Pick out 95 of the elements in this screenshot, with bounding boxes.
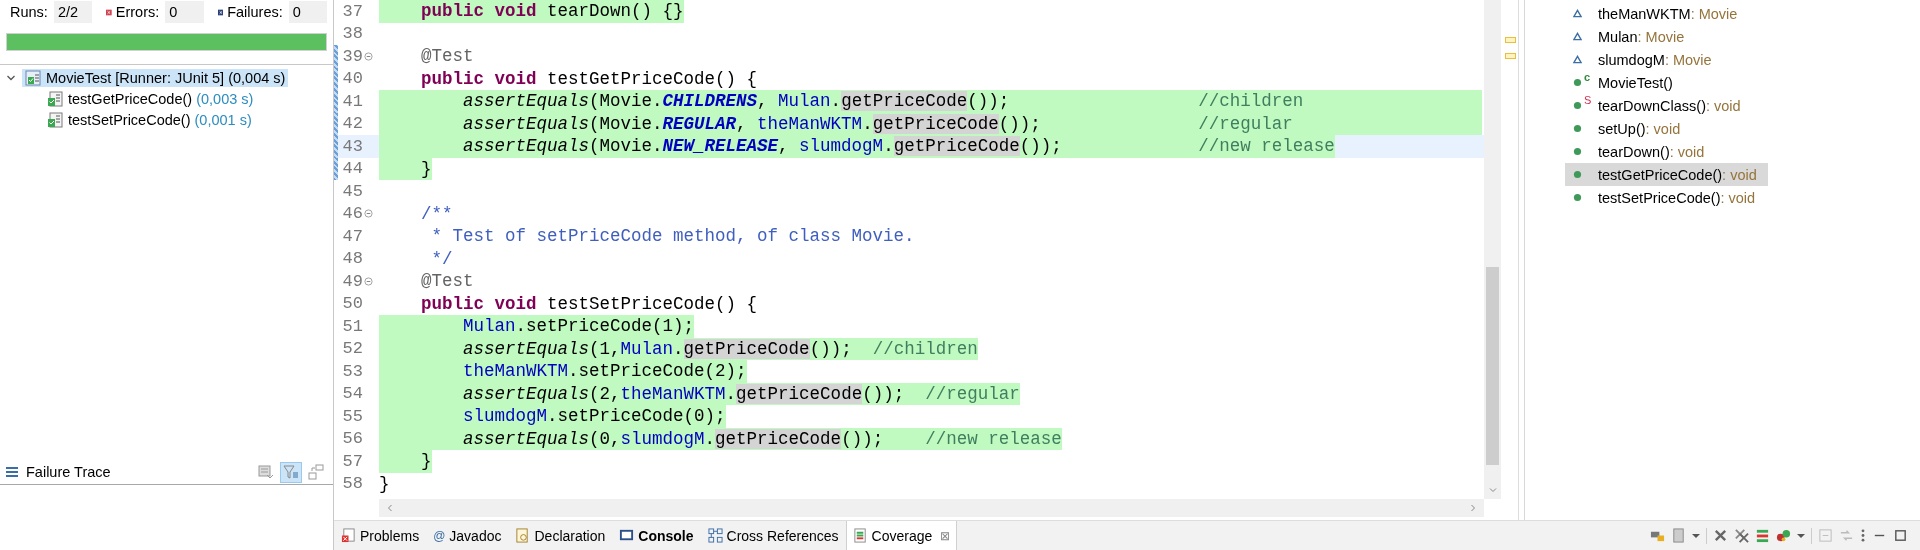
test-passed-icon [47, 90, 63, 107]
line-number: 55 [341, 406, 363, 426]
console-icon [619, 528, 635, 543]
outline-item[interactable]: slumdogM: Movie [1565, 48, 1768, 71]
more-icon[interactable] [1860, 528, 1866, 543]
view-tab[interactable]: Console [612, 521, 701, 550]
line-number: 40 [341, 69, 363, 89]
counter-value: 2/2 [53, 1, 93, 23]
tree-item[interactable]: testGetPriceCode() (0,003 s) [44, 89, 257, 108]
outline-item[interactable]: c MovieTest() [1565, 71, 1768, 94]
outline-item[interactable]: theManWKTM: Movie [1565, 2, 1768, 25]
bars-icon[interactable] [1755, 528, 1770, 543]
line-number: 53 [341, 361, 363, 381]
collapse-icon[interactable] [364, 51, 373, 61]
tree-item[interactable]: testSetPriceCode() (0,001 s) [44, 110, 255, 129]
hierarchy-icon [707, 528, 723, 543]
document-icon[interactable] [1671, 528, 1686, 543]
remove-icon[interactable] [1713, 528, 1728, 543]
remove-all-icon[interactable] [1734, 528, 1749, 543]
line-number: 43 [341, 136, 363, 156]
dot-icon [1573, 170, 1582, 179]
dot-icon [1573, 78, 1582, 87]
problems-icon [341, 528, 356, 543]
line-number: 56 [341, 429, 363, 449]
line-number: 42 [341, 114, 363, 134]
counter-label: Errors: [115, 4, 160, 20]
line-number: 54 [341, 384, 363, 404]
dot-icon [1573, 147, 1582, 156]
caret-icon[interactable] [1692, 531, 1700, 540]
line-number: 47 [341, 226, 363, 246]
failure-icon [217, 7, 224, 17]
code-line: /** [420, 202, 453, 225]
view-tab[interactable]: Problems [334, 521, 427, 550]
view-tab[interactable]: Cross References [700, 521, 846, 550]
triangle-icon [1573, 32, 1582, 41]
overview-marker[interactable] [1505, 37, 1516, 43]
line-number: 51 [341, 316, 363, 336]
declaration-icon [515, 528, 531, 543]
outline-item[interactable]: Mulan: Movie [1565, 25, 1768, 48]
list-icon [6, 467, 18, 477]
line-number: 52 [341, 339, 363, 359]
test-suite-icon [25, 69, 41, 86]
code-line: * Test of setPriceCode method, of class Movie. [430, 225, 915, 248]
vertical-scrollbar[interactable] [1484, 0, 1501, 499]
code-line: @Test [420, 45, 474, 68]
line-number: 50 [341, 294, 363, 314]
tree-item[interactable]: MovieTest [Runner: JUnit 5] (0,004 s) [22, 68, 289, 87]
code-line: public void testGetPriceCode() { [420, 67, 758, 90]
counter-label: Failures: [227, 4, 283, 20]
test-passed-icon [47, 111, 63, 128]
line-number: 48 [341, 249, 363, 269]
collapse-icon[interactable] [364, 276, 373, 286]
error-icon [106, 7, 112, 17]
outline-item[interactable]: testSetPriceCode(): void [1565, 186, 1768, 209]
outline-item[interactable]: tearDown(): void [1565, 140, 1768, 163]
dot-icon [1573, 101, 1582, 110]
triangle-icon [1573, 9, 1582, 18]
line-number: 45 [341, 181, 363, 201]
view-tab[interactable]: @ Javadoc [426, 521, 509, 550]
outline-item[interactable]: testGetPriceCode(): void [1565, 163, 1768, 186]
counter-label: Runs: [10, 4, 48, 20]
line-number: 49 [341, 271, 363, 291]
counter-value: 0 [165, 1, 204, 23]
at-icon: @ [433, 528, 446, 543]
code-line: */ [430, 247, 453, 270]
triangle-icon [1573, 55, 1582, 64]
modifier-label: S [1584, 94, 1592, 106]
scroll-thumb[interactable] [1486, 267, 1499, 465]
code-line: @Test [420, 270, 474, 293]
collapse-icon[interactable] [364, 209, 373, 219]
code-line: public void testSetPriceCode() { [420, 292, 758, 315]
view-tab[interactable]: Coverage ⊠ [845, 521, 958, 550]
filter-button[interactable] [280, 461, 302, 483]
line-number: 46 [341, 204, 363, 224]
counter-value: 0 [288, 1, 327, 23]
outline-item[interactable]: setUp(): void [1565, 117, 1768, 140]
line-number: 44 [341, 159, 363, 179]
line-number: 38 [341, 24, 363, 44]
line-number: 41 [341, 91, 363, 111]
dot-icon [1573, 193, 1582, 202]
line-number: 37 [341, 1, 363, 21]
coverage-icon [852, 528, 868, 543]
panel-title: Failure Trace [26, 464, 112, 480]
view-tab[interactable]: Declaration [508, 521, 613, 550]
overview-marker[interactable] [1505, 53, 1516, 59]
line-number: 39 [341, 46, 363, 66]
close-icon[interactable]: ⊠ [940, 528, 951, 543]
outline-item[interactable]: S tearDownClass(): void [1565, 94, 1768, 117]
line-number: 58 [341, 474, 363, 494]
modifier-label: c [1584, 71, 1591, 83]
code-line: } [379, 472, 390, 495]
dot-icon [1573, 124, 1582, 133]
maximize-icon[interactable] [1893, 528, 1908, 543]
line-number: 57 [341, 451, 363, 471]
caret-icon[interactable] [1797, 531, 1805, 540]
